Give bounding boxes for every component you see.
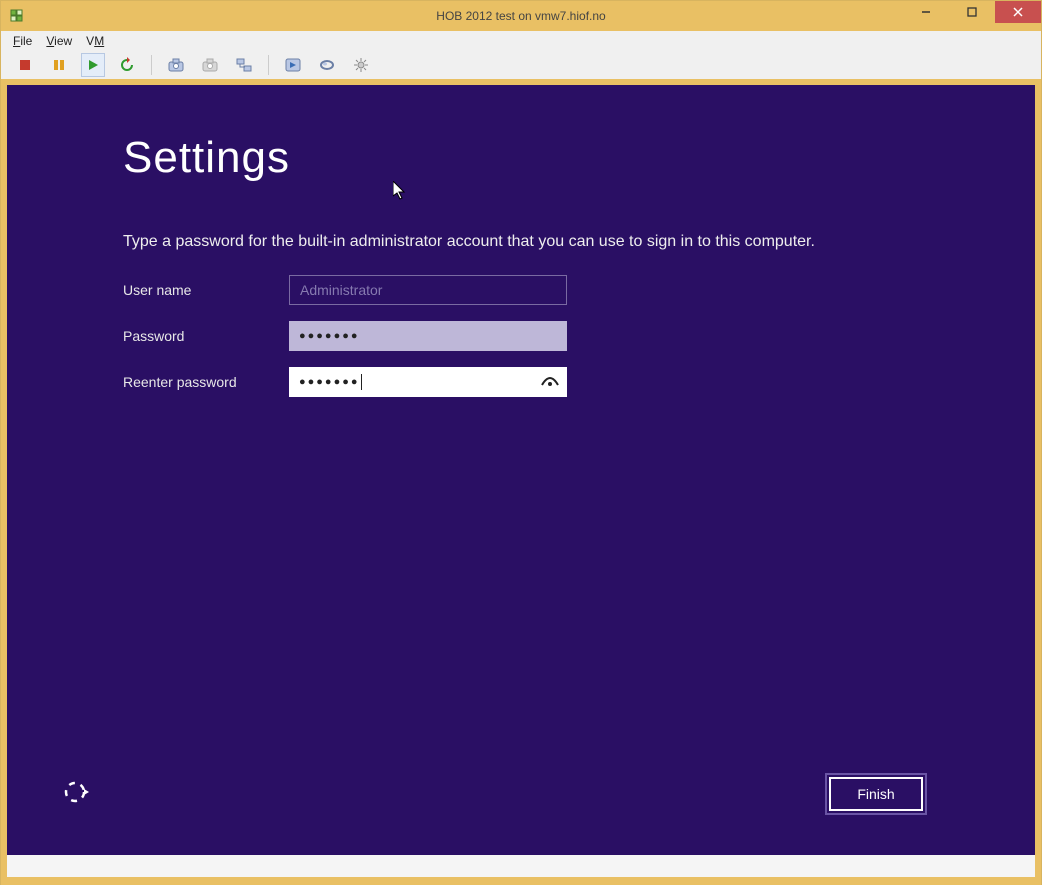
reveal-password-icon[interactable] <box>541 374 559 390</box>
play-icon[interactable] <box>81 53 105 77</box>
stop-icon[interactable] <box>13 53 37 77</box>
toolbar-separator <box>151 55 152 75</box>
snapshot-take-icon[interactable] <box>164 53 188 77</box>
ease-of-access-icon[interactable] <box>61 778 89 811</box>
minimize-button[interactable] <box>903 1 949 23</box>
menubar: File View VM <box>1 31 1041 51</box>
username-value: Administrator <box>300 282 382 298</box>
menu-file[interactable]: File <box>13 34 32 48</box>
password-value: ●●●●●●● <box>299 330 360 342</box>
page-description: Type a password for the built-in adminis… <box>123 233 815 251</box>
reenter-label: Reenter password <box>123 374 289 390</box>
toolbar <box>1 51 1041 79</box>
fullscreen-icon[interactable] <box>281 53 305 77</box>
finish-label: Finish <box>857 786 894 802</box>
username-label: User name <box>123 282 289 298</box>
reenter-value: ●●●●●●● <box>299 376 360 388</box>
cursor-icon <box>393 181 407 206</box>
guest-console[interactable]: Settings Type a password for the built-i… <box>7 85 1035 855</box>
password-label: Password <box>123 328 289 344</box>
username-field: Administrator <box>289 275 567 305</box>
window-title: HOB 2012 test on vmw7.hiof.no <box>1 9 1041 23</box>
settings-icon[interactable] <box>349 53 373 77</box>
console-wrap: Settings Type a password for the built-i… <box>0 79 1042 885</box>
snapshot-manage-icon[interactable] <box>232 53 256 77</box>
reenter-password-field[interactable]: ●●●●●●● <box>289 367 567 397</box>
password-field[interactable]: ●●●●●●● <box>289 321 567 351</box>
menu-view[interactable]: View <box>46 34 72 48</box>
app-icon <box>9 8 25 24</box>
menu-vm[interactable]: VM <box>86 34 104 48</box>
window-controls <box>903 1 1041 23</box>
snapshot-revert-icon[interactable] <box>198 53 222 77</box>
chrome: File View VM <box>0 31 1042 79</box>
page-heading: Settings <box>123 133 290 183</box>
pause-icon[interactable] <box>47 53 71 77</box>
window-titlebar: HOB 2012 test on vmw7.hiof.no <box>0 0 1042 31</box>
connect-device-icon[interactable] <box>315 53 339 77</box>
restart-icon[interactable] <box>115 53 139 77</box>
maximize-button[interactable] <box>949 1 995 23</box>
close-button[interactable] <box>995 1 1041 23</box>
finish-button[interactable]: Finish <box>829 777 923 811</box>
text-caret <box>361 374 362 390</box>
status-bar <box>7 855 1035 877</box>
toolbar-separator <box>268 55 269 75</box>
